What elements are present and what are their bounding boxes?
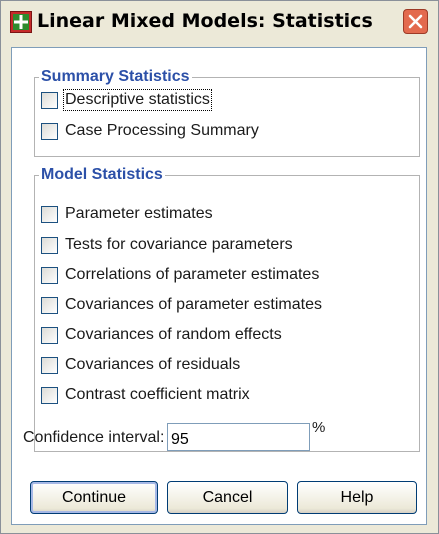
tests-covariance-parameters-checkbox[interactable]: Tests for covariance parameters: [41, 233, 293, 257]
checkbox-box[interactable]: [41, 386, 58, 404]
summary-statistics-group: Summary Statistics Descriptive statistic…: [34, 68, 420, 157]
covariances-random-effects-checkbox[interactable]: Covariances of random effects: [41, 323, 282, 347]
summary-statistics-title: Summary Statistics: [39, 68, 192, 86]
checkbox-label: Covariances of residuals: [65, 356, 241, 373]
continue-button[interactable]: Continue: [30, 481, 158, 514]
checkbox-label: Descriptive statistics: [63, 89, 212, 111]
parameter-estimates-checkbox[interactable]: Parameter estimates: [41, 202, 213, 226]
checkbox-label: Correlations of parameter estimates: [65, 266, 320, 283]
checkbox-label: Case Processing Summary: [65, 122, 259, 139]
checkbox-label: Tests for covariance parameters: [65, 236, 293, 253]
close-button[interactable]: [403, 9, 428, 34]
checkbox-label: Covariances of random effects: [65, 326, 282, 343]
help-button[interactable]: Help: [297, 481, 417, 514]
close-icon: [408, 14, 423, 29]
correlations-parameter-estimates-checkbox[interactable]: Correlations of parameter estimates: [41, 263, 319, 287]
covariances-residuals-checkbox[interactable]: Covariances of residuals: [41, 353, 240, 377]
checkbox-box[interactable]: [41, 326, 58, 344]
model-statistics-group: Model Statistics Parameter estimates Tes…: [34, 166, 420, 452]
cancel-button[interactable]: Cancel: [167, 481, 288, 514]
checkbox-box[interactable]: [41, 122, 58, 140]
confidence-interval-label: Confidence interval:: [23, 429, 165, 446]
checkbox-box[interactable]: [41, 91, 58, 109]
descriptive-statistics-checkbox[interactable]: Descriptive statistics: [41, 88, 212, 112]
checkbox-box[interactable]: [41, 296, 58, 314]
covariances-parameter-estimates-checkbox[interactable]: Covariances of parameter estimates: [41, 293, 322, 317]
checkbox-box[interactable]: [41, 266, 58, 284]
checkbox-label: Contrast coefficient matrix: [65, 386, 250, 403]
case-processing-summary-checkbox[interactable]: Case Processing Summary: [41, 119, 259, 143]
dialog-window: Linear Mixed Models: Statistics Summary …: [0, 0, 439, 534]
percent-unit: %: [312, 419, 326, 436]
dialog-content: Summary Statistics Descriptive statistic…: [11, 47, 427, 525]
checkbox-box[interactable]: [41, 356, 58, 374]
confidence-interval-input[interactable]: [167, 423, 310, 451]
dialog-icon: [10, 11, 32, 33]
title-bar[interactable]: Linear Mixed Models: Statistics: [1, 1, 438, 43]
checkbox-label: Covariances of parameter estimates: [65, 296, 322, 313]
contrast-coefficient-matrix-checkbox[interactable]: Contrast coefficient matrix: [41, 383, 250, 407]
checkbox-box[interactable]: [41, 236, 58, 254]
checkbox-label: Parameter estimates: [65, 205, 213, 222]
model-statistics-title: Model Statistics: [39, 166, 165, 184]
window-title: Linear Mixed Models: Statistics: [37, 10, 373, 32]
checkbox-box[interactable]: [41, 205, 58, 223]
